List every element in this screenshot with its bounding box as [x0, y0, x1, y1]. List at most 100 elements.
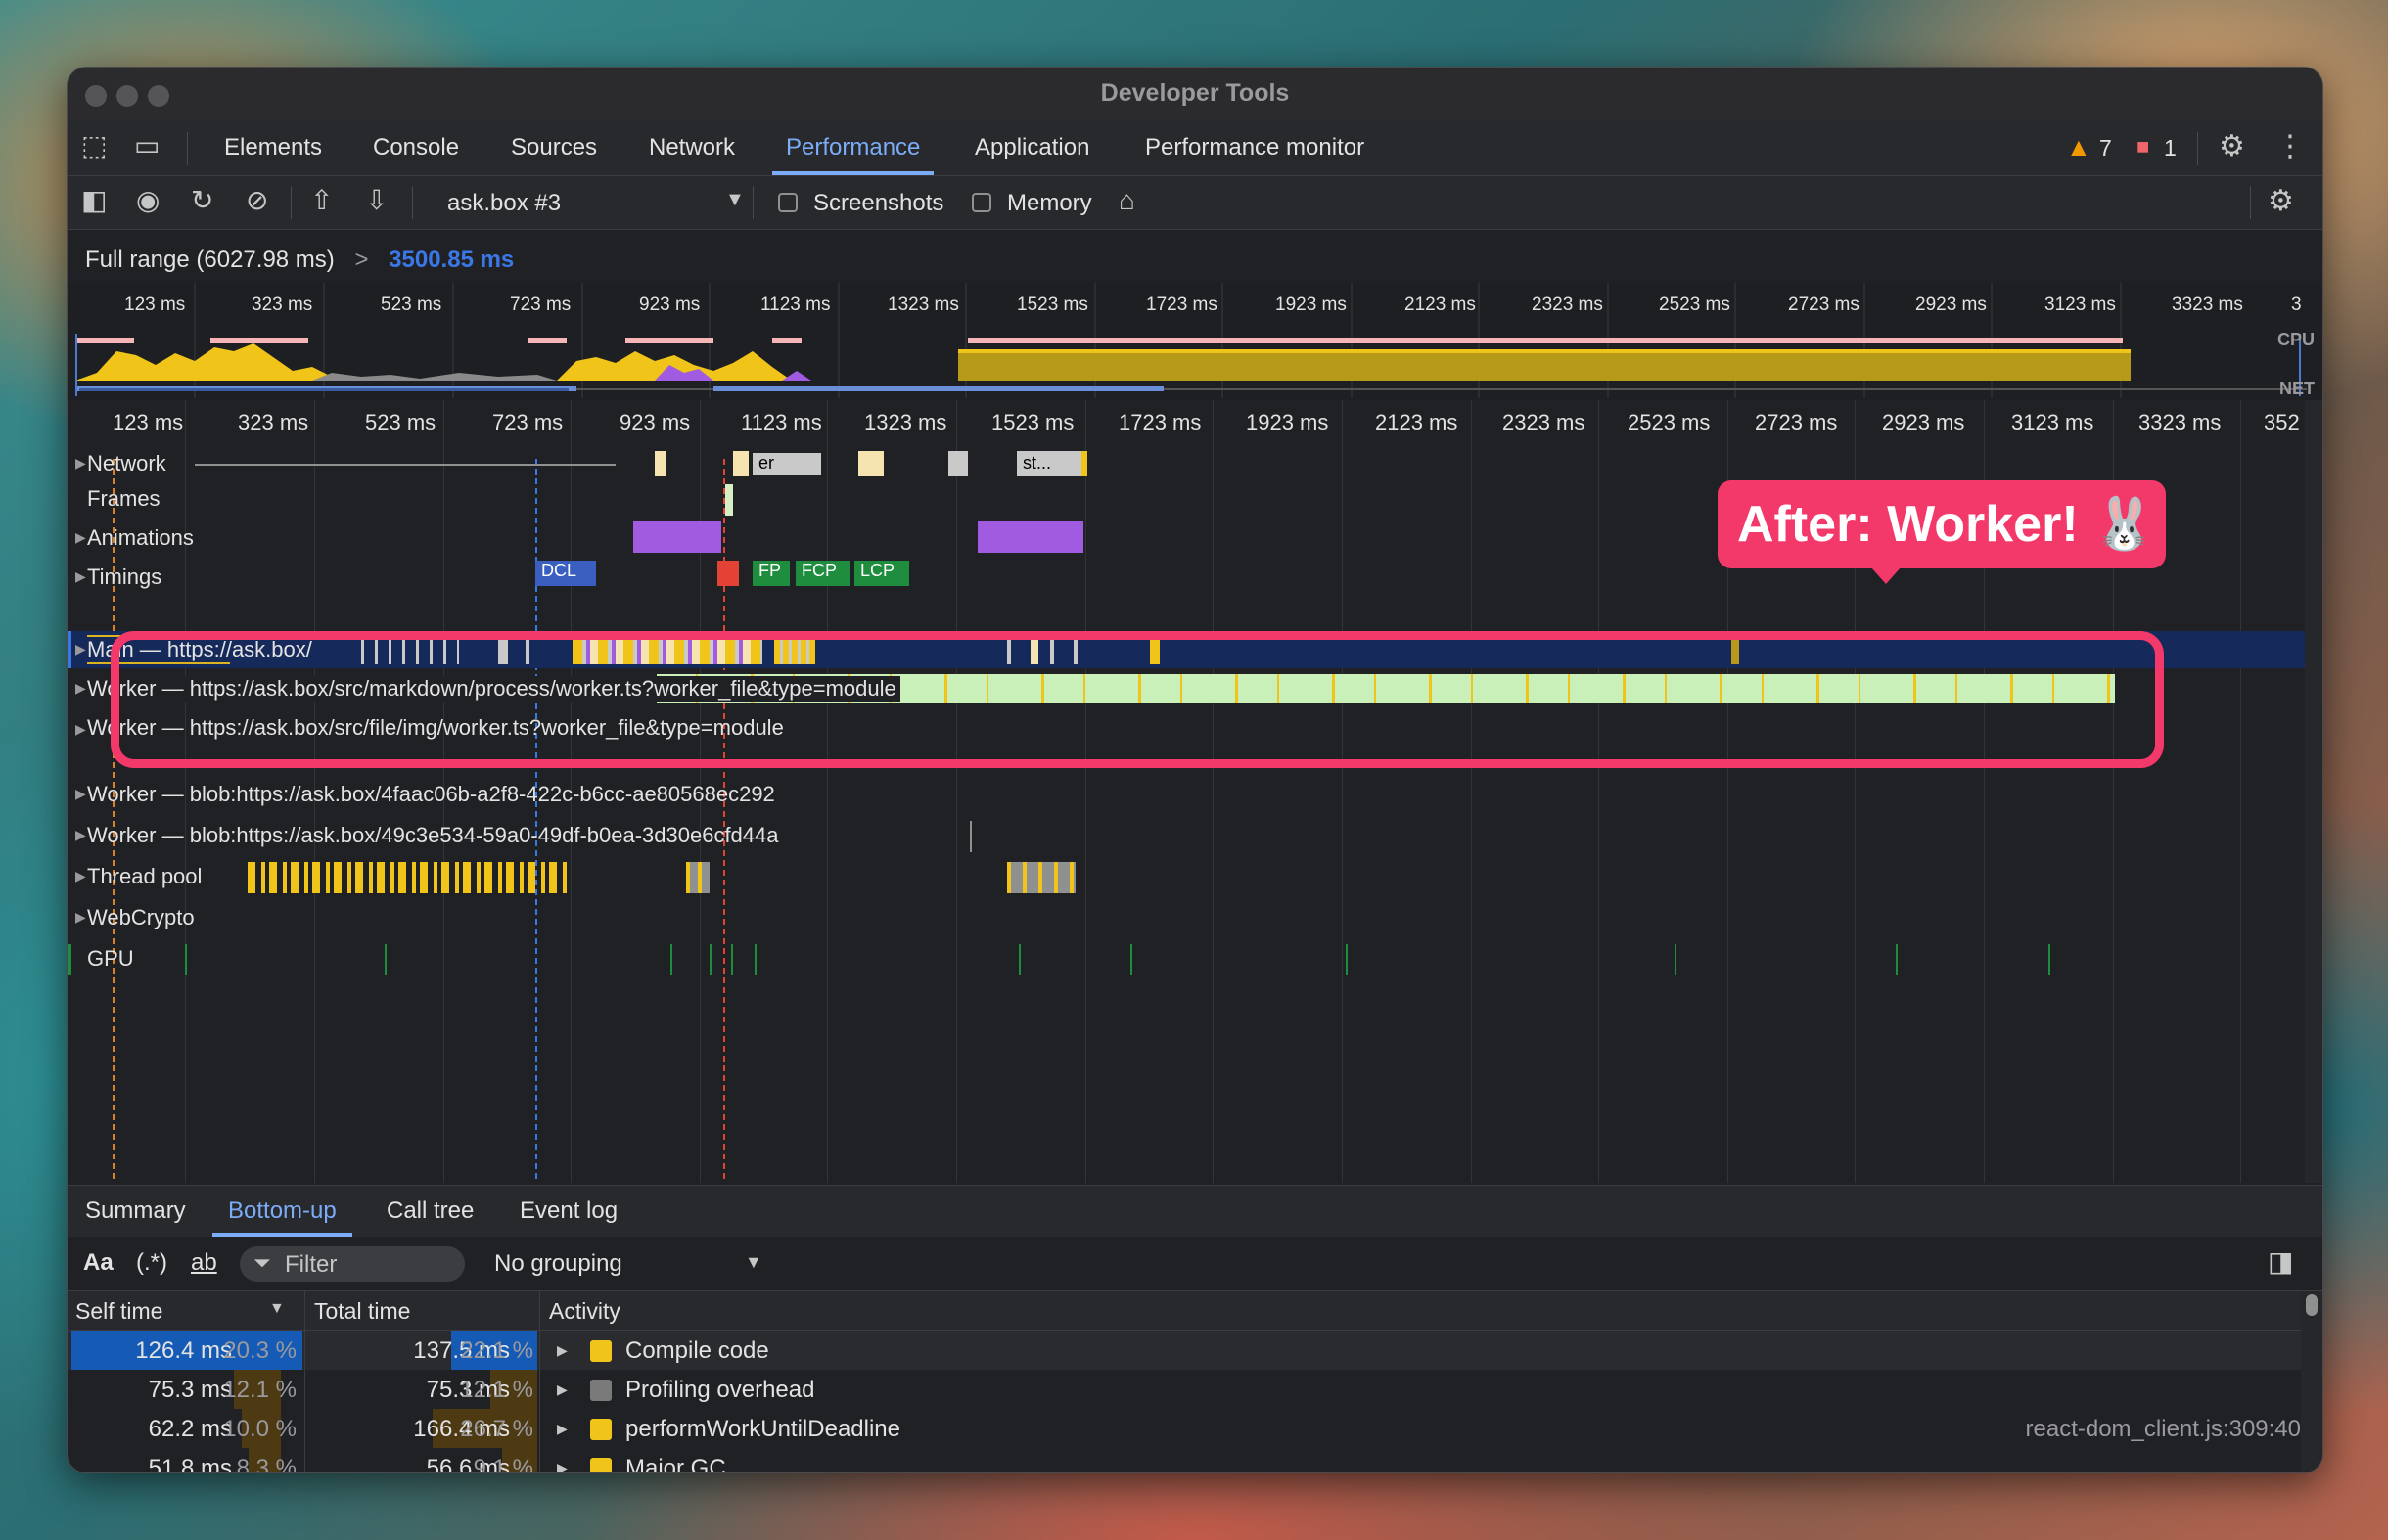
expand-arrow-icon[interactable]: ▶	[75, 455, 86, 472]
timeline-scrollbar[interactable]	[2305, 400, 2322, 1183]
tab-performance-monitor[interactable]: Performance monitor	[1145, 120, 1364, 175]
gpu-task[interactable]	[1346, 944, 1348, 975]
timing-marker-fp[interactable]: FP	[753, 561, 790, 586]
scrollbar-thumb[interactable]	[2306, 1294, 2318, 1316]
capture-settings-icon[interactable]: ⚙	[2268, 187, 2294, 216]
expand-arrow-icon[interactable]: ▶	[557, 1421, 568, 1437]
reload-record-icon[interactable]: ↻	[191, 187, 213, 214]
upload-profile-icon[interactable]: ⇧	[310, 187, 333, 214]
tab-performance[interactable]: Performance	[771, 120, 935, 175]
grouping-select[interactable]: No grouping	[494, 1250, 622, 1278]
network-request[interactable]	[948, 451, 968, 476]
warning-count[interactable]: 7	[2099, 120, 2112, 175]
gpu-task[interactable]	[1675, 944, 1676, 975]
sidebar-panel-icon[interactable]: ◨	[2268, 1248, 2293, 1276]
expand-arrow-icon[interactable]: ▶	[75, 529, 86, 546]
gpu-task[interactable]	[710, 944, 712, 975]
source-link[interactable]: react-dom_client.js:309:40	[2026, 1416, 2301, 1443]
network-request[interactable]	[195, 464, 616, 466]
timing-marker-lcp[interactable]: LCP	[854, 561, 909, 586]
expand-arrow-icon[interactable]: ▶	[75, 827, 86, 843]
gpu-task[interactable]	[2048, 944, 2050, 975]
track-gpu[interactable]: GPU	[68, 940, 2322, 979]
gpu-task[interactable]	[670, 944, 672, 975]
tab-summary[interactable]: Summary	[85, 1186, 186, 1237]
gpu-task[interactable]	[731, 944, 733, 975]
error-icon[interactable]: ■	[2136, 136, 2149, 158]
task-block[interactable]	[970, 821, 972, 852]
animation-block[interactable]	[978, 521, 1083, 553]
timing-marker[interactable]	[717, 561, 739, 586]
expand-arrow-icon[interactable]: ▶	[557, 1381, 568, 1398]
tab-bottom-up[interactable]: Bottom-up	[212, 1186, 352, 1237]
garbage-collect-icon[interactable]: ⌂	[1119, 187, 1135, 214]
gpu-task[interactable]	[385, 944, 387, 975]
breadcrumb-full-range[interactable]: Full range (6027.98 ms)	[85, 247, 335, 273]
track-blob-worker-1[interactable]: ▶ Worker — blob:https://ask.box/4faac06b…	[68, 776, 2322, 815]
header-total-time[interactable]: Total time	[314, 1298, 410, 1325]
expand-arrow-icon[interactable]: ▶	[75, 568, 86, 585]
table-row[interactable]: 75.3 ms 12.1 % 75.3 ms 12.1 % ▶ Profiling ove…	[68, 1370, 2301, 1409]
expand-arrow-icon[interactable]: ▶	[557, 1342, 568, 1359]
track-thread-pool[interactable]: ▶ Thread pool	[68, 858, 2322, 897]
task-block[interactable]	[686, 862, 710, 893]
task-block[interactable]	[1007, 862, 1076, 893]
tab-elements[interactable]: Elements	[224, 120, 322, 175]
table-row[interactable]: 51.8 ms 8.3 % 56.6 ms 9.1 % ▶ Major GC	[68, 1448, 2301, 1472]
gpu-task[interactable]	[1019, 944, 1021, 975]
expand-arrow-icon[interactable]: ▶	[557, 1460, 568, 1472]
sort-descending-icon[interactable]: ▼	[269, 1300, 285, 1318]
expand-arrow-icon[interactable]: ▶	[75, 868, 86, 884]
timing-marker-fcp[interactable]: FCP	[796, 561, 850, 586]
settings-gear-icon[interactable]: ⚙	[2219, 132, 2245, 161]
whole-word-toggle[interactable]: ab	[191, 1249, 217, 1277]
tab-sources[interactable]: Sources	[511, 120, 597, 175]
filter-input[interactable]: ⏷ Filter	[240, 1246, 465, 1282]
table-row[interactable]: 126.4 ms 20.3 % 137.5 ms 22.1 % ▶ Compile cod…	[68, 1331, 2301, 1370]
animation-block[interactable]	[633, 521, 721, 553]
gpu-task[interactable]	[1896, 944, 1898, 975]
tab-console[interactable]: Console	[373, 120, 459, 175]
timeline-overview[interactable]: 123 ms 323 ms 523 ms 723 ms 923 ms 1123 …	[68, 283, 2322, 400]
header-self-time[interactable]: Self time	[75, 1298, 162, 1325]
gpu-task[interactable]	[68, 944, 71, 975]
track-network[interactable]: ▶ Network er st...	[68, 445, 2322, 484]
record-icon[interactable]: ◉	[136, 187, 160, 214]
tab-application[interactable]: Application	[975, 120, 1089, 175]
frame-block[interactable]	[725, 484, 733, 516]
sidebar-toggle-icon[interactable]: ◧	[81, 187, 107, 214]
screenshots-checkbox[interactable]	[778, 193, 798, 212]
track-webcrypto[interactable]: ▶ WebCrypto	[68, 899, 2322, 938]
expand-arrow-icon[interactable]: ▶	[75, 641, 86, 657]
expand-arrow-icon[interactable]: ▶	[75, 721, 86, 738]
expand-arrow-icon[interactable]: ▶	[75, 786, 86, 802]
expand-arrow-icon[interactable]: ▶	[75, 680, 86, 697]
profile-select[interactable]: ask.box #3	[447, 190, 561, 217]
network-request[interactable]	[733, 451, 749, 476]
inspect-element-icon[interactable]: ⬚	[81, 132, 107, 159]
chevron-down-icon[interactable]: ▼	[725, 190, 745, 209]
memory-checkbox[interactable]	[972, 193, 991, 212]
regex-toggle[interactable]: (.*)	[136, 1249, 167, 1277]
breadcrumb-current-range[interactable]: 3500.85 ms	[389, 247, 514, 273]
clear-icon[interactable]: ⊘	[246, 187, 268, 214]
more-options-icon[interactable]: ⋮	[2275, 132, 2305, 161]
track-blob-worker-2[interactable]: ▶ Worker — blob:https://ask.box/49c3e534…	[68, 817, 2322, 856]
gpu-task[interactable]	[185, 944, 187, 975]
match-case-toggle[interactable]: Aa	[83, 1249, 114, 1277]
network-request[interactable]	[655, 451, 666, 476]
table-scrollbar[interactable]	[2301, 1291, 2322, 1472]
download-profile-icon[interactable]: ⇩	[365, 187, 388, 214]
gpu-task[interactable]	[755, 944, 757, 975]
network-request[interactable]	[1081, 451, 1087, 476]
warning-icon[interactable]: ▲	[2066, 134, 2091, 159]
tab-network[interactable]: Network	[649, 120, 735, 175]
tab-event-log[interactable]: Event log	[520, 1186, 618, 1237]
table-row[interactable]: 62.2 ms 10.0 % 166.4 ms 26.7 % ▶ performWorkU…	[68, 1409, 2301, 1448]
gpu-task[interactable]	[1130, 944, 1132, 975]
network-request[interactable]	[858, 451, 884, 476]
tab-call-tree[interactable]: Call tree	[387, 1186, 474, 1237]
error-count[interactable]: 1	[2164, 120, 2177, 175]
timing-marker-dcl[interactable]: DCL	[535, 561, 596, 586]
header-activity[interactable]: Activity	[549, 1298, 620, 1325]
